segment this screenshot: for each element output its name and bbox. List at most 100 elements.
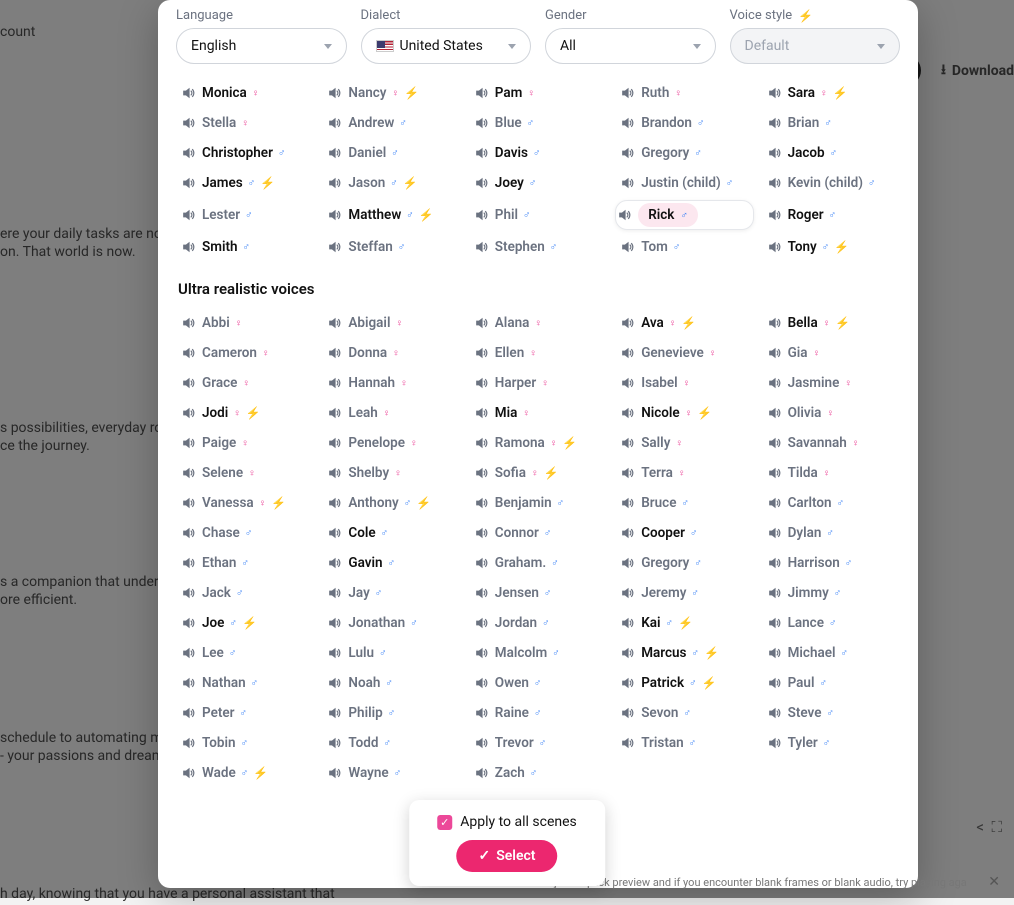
speaker-icon[interactable]: [475, 436, 489, 450]
speaker-icon[interactable]: [182, 526, 196, 540]
speaker-icon[interactable]: [768, 176, 782, 190]
voice-steffan[interactable]: Steffan♂: [322, 234, 460, 260]
voice-selene[interactable]: Selene♀: [176, 460, 314, 486]
voice-joe[interactable]: Joe♂⚡: [176, 610, 314, 636]
speaker-icon[interactable]: [475, 146, 489, 160]
voice-bruce[interactable]: Bruce♂: [615, 490, 753, 516]
voice-steve[interactable]: Steve♂: [762, 700, 900, 726]
voice-carlton[interactable]: Carlton♂: [762, 490, 900, 516]
voice-phil[interactable]: Phil♂: [469, 200, 607, 230]
voice-scroll-area[interactable]: Monica♀Nancy♀⚡Pam♀Ruth♀Sara♀⚡Stella♀Andr…: [158, 80, 918, 888]
speaker-icon[interactable]: [621, 496, 635, 510]
voice-genevieve[interactable]: Genevieve♀: [615, 340, 753, 366]
voice-marcus[interactable]: Marcus♂⚡: [615, 640, 753, 666]
voice-joey[interactable]: Joey♂: [469, 170, 607, 196]
checkbox-checked-icon[interactable]: ✓: [437, 815, 452, 830]
speaker-icon[interactable]: [182, 406, 196, 420]
voice-grace[interactable]: Grace♀: [176, 370, 314, 396]
voice-ava[interactable]: Ava♀⚡: [615, 310, 753, 336]
speaker-icon[interactable]: [475, 556, 489, 570]
voice-gavin[interactable]: Gavin♂: [322, 550, 460, 576]
speaker-icon[interactable]: [328, 706, 342, 720]
speaker-icon[interactable]: [182, 766, 196, 780]
speaker-icon[interactable]: [182, 586, 196, 600]
speaker-icon[interactable]: [182, 86, 196, 100]
voice-isabel[interactable]: Isabel♀: [615, 370, 753, 396]
voice-jodi[interactable]: Jodi♀⚡: [176, 400, 314, 426]
voice-shelby[interactable]: Shelby♀: [322, 460, 460, 486]
speaker-icon[interactable]: [328, 646, 342, 660]
speaker-icon[interactable]: [621, 466, 635, 480]
voice-jason[interactable]: Jason♂⚡: [322, 170, 460, 196]
speaker-icon[interactable]: [475, 466, 489, 480]
voice-gregory[interactable]: Gregory♂: [615, 140, 753, 166]
speaker-icon[interactable]: [182, 316, 196, 330]
voice-jordan[interactable]: Jordan♂: [469, 610, 607, 636]
voice-andrew[interactable]: Andrew♂: [322, 110, 460, 136]
voice-paul[interactable]: Paul♂: [762, 670, 900, 696]
voice-mia[interactable]: Mia♀: [469, 400, 607, 426]
voice-gia[interactable]: Gia♀: [762, 340, 900, 366]
speaker-icon[interactable]: [182, 208, 196, 222]
voice-alana[interactable]: Alana♀: [469, 310, 607, 336]
speaker-icon[interactable]: [328, 736, 342, 750]
voice-jonathan[interactable]: Jonathan♂: [322, 610, 460, 636]
speaker-icon[interactable]: [621, 116, 635, 130]
speaker-icon[interactable]: [621, 586, 635, 600]
voice-abigail[interactable]: Abigail♀: [322, 310, 460, 336]
voice-jensen[interactable]: Jensen♂: [469, 580, 607, 606]
speaker-icon[interactable]: [182, 616, 196, 630]
voice-daniel[interactable]: Daniel♂: [322, 140, 460, 166]
speaker-icon[interactable]: [768, 208, 782, 222]
voice-tobin[interactable]: Tobin♂: [176, 730, 314, 756]
speaker-icon[interactable]: [768, 496, 782, 510]
speaker-icon[interactable]: [328, 496, 342, 510]
voice-penelope[interactable]: Penelope♀: [322, 430, 460, 456]
voice-jacob[interactable]: Jacob♂: [762, 140, 900, 166]
voice-ethan[interactable]: Ethan♂: [176, 550, 314, 576]
voice-harrison[interactable]: Harrison♂: [762, 550, 900, 576]
voice-roger[interactable]: Roger♂: [762, 200, 900, 230]
speaker-icon[interactable]: [621, 706, 635, 720]
speaker-icon[interactable]: [182, 736, 196, 750]
voice-sevon[interactable]: Sevon♂: [615, 700, 753, 726]
speaker-icon[interactable]: [475, 736, 489, 750]
speaker-icon[interactable]: [328, 240, 342, 254]
voice-kevin-child-[interactable]: Kevin (child)♂: [762, 170, 900, 196]
close-icon[interactable]: ✕: [980, 870, 1008, 894]
speaker-icon[interactable]: [621, 556, 635, 570]
speaker-icon[interactable]: [621, 436, 635, 450]
voice-pam[interactable]: Pam♀: [469, 80, 607, 106]
language-select[interactable]: English: [176, 28, 347, 64]
voice-kai[interactable]: Kai♂⚡: [615, 610, 753, 636]
speaker-icon[interactable]: [768, 526, 782, 540]
speaker-icon[interactable]: [621, 646, 635, 660]
voice-malcolm[interactable]: Malcolm♂: [469, 640, 607, 666]
voice-cole[interactable]: Cole♂: [322, 520, 460, 546]
speaker-icon[interactable]: [475, 208, 489, 222]
speaker-icon[interactable]: [182, 376, 196, 390]
speaker-icon[interactable]: [475, 586, 489, 600]
voice-graham-[interactable]: Graham.♂: [469, 550, 607, 576]
voice-harper[interactable]: Harper♀: [469, 370, 607, 396]
speaker-icon[interactable]: [768, 676, 782, 690]
voice-michael[interactable]: Michael♂: [762, 640, 900, 666]
voice-brian[interactable]: Brian♂: [762, 110, 900, 136]
speaker-icon[interactable]: [182, 146, 196, 160]
speaker-icon[interactable]: [621, 676, 635, 690]
voice-rick[interactable]: Rick♂: [615, 200, 753, 230]
speaker-icon[interactable]: [768, 706, 782, 720]
speaker-icon[interactable]: [621, 526, 635, 540]
voice-jack[interactable]: Jack♂: [176, 580, 314, 606]
voice-tyler[interactable]: Tyler♂: [762, 730, 900, 756]
voice-brandon[interactable]: Brandon♂: [615, 110, 753, 136]
voice-peter[interactable]: Peter♂: [176, 700, 314, 726]
voice-ruth[interactable]: Ruth♀: [615, 80, 753, 106]
speaker-icon[interactable]: [475, 676, 489, 690]
voice-anthony[interactable]: Anthony♂⚡: [322, 490, 460, 516]
voice-sally[interactable]: Sally♀: [615, 430, 753, 456]
speaker-icon[interactable]: [328, 376, 342, 390]
voice-stephen[interactable]: Stephen♂: [469, 234, 607, 260]
voice-noah[interactable]: Noah♂: [322, 670, 460, 696]
speaker-icon[interactable]: [182, 346, 196, 360]
